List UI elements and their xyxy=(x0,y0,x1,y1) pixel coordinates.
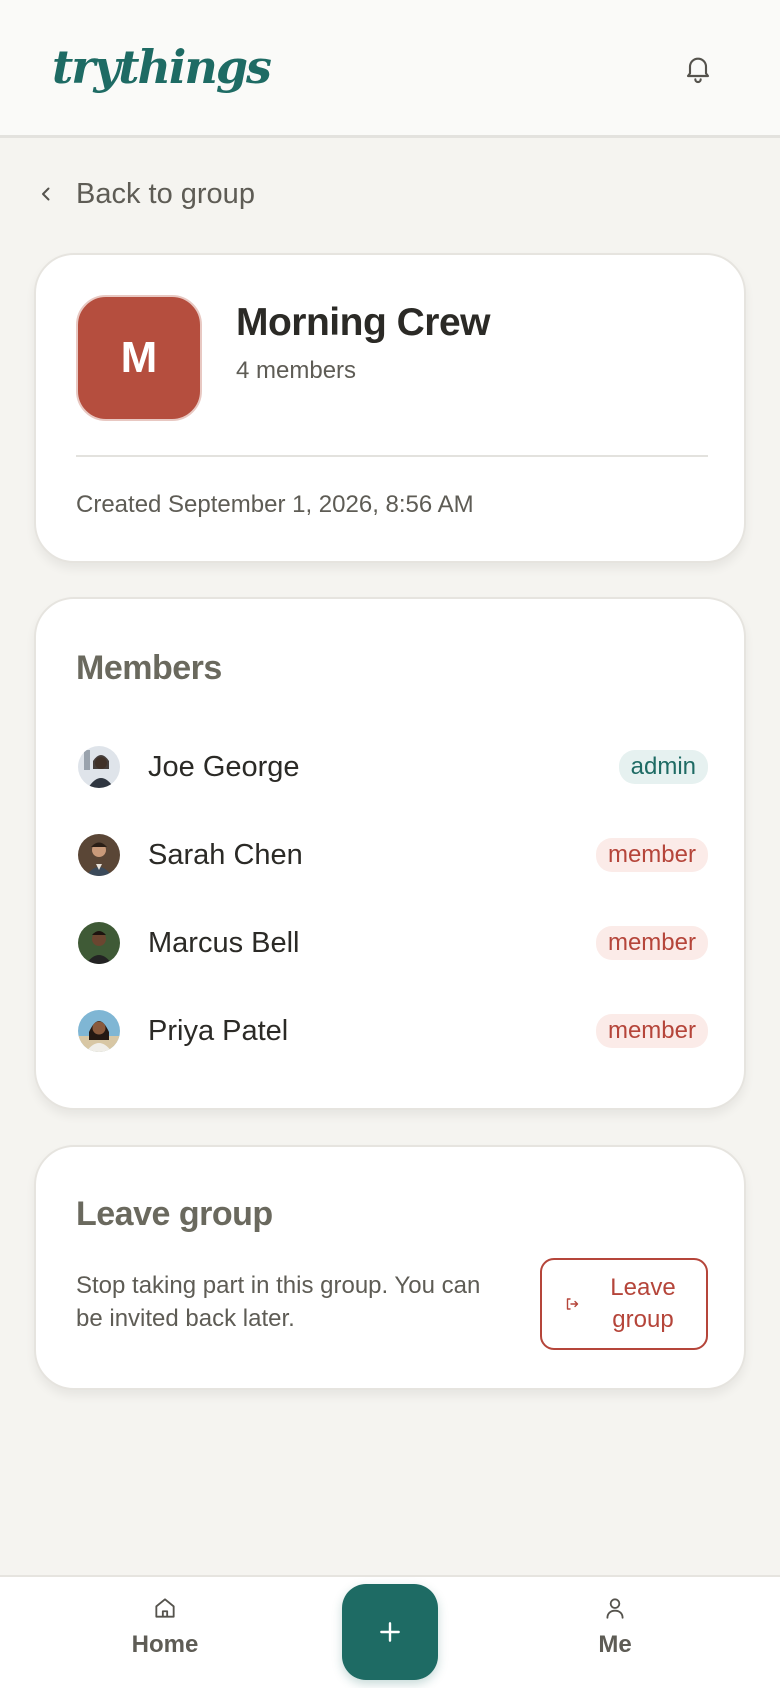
leave-group-button[interactable]: Leave group xyxy=(540,1258,708,1350)
avatar xyxy=(78,834,120,876)
member-row[interactable]: Sarah Chen member xyxy=(76,825,708,885)
notifications-bell-icon[interactable] xyxy=(682,52,714,84)
avatar xyxy=(78,1010,120,1052)
member-name: Priya Patel xyxy=(148,1014,289,1047)
leave-group-card: Leave group Stop taking part in this gro… xyxy=(34,1145,746,1390)
member-name: Sarah Chen xyxy=(148,838,303,871)
role-badge: member xyxy=(595,1014,708,1048)
leave-group-title: Leave group xyxy=(76,1195,273,1233)
members-card: Members Joe George admin Sarah Chen memb… xyxy=(34,597,746,1110)
nav-home-label: Home xyxy=(131,1631,199,1658)
app-header: trythings xyxy=(0,0,780,138)
role-badge: member xyxy=(595,926,708,960)
leave-group-description: Stop taking part in this group. You can … xyxy=(76,1272,481,1332)
divider xyxy=(76,455,708,457)
user-icon xyxy=(606,1598,624,1619)
group-avatar: M xyxy=(76,295,202,421)
nav-me-label: Me xyxy=(598,1631,632,1658)
nav-home[interactable]: Home xyxy=(105,1595,225,1675)
logout-icon xyxy=(566,1298,579,1310)
member-row[interactable]: Priya Patel member xyxy=(76,1001,708,1061)
avatar xyxy=(78,746,120,788)
home-icon xyxy=(155,1598,175,1618)
group-name: Morning Crew xyxy=(236,301,491,344)
app-logo[interactable]: trythings xyxy=(52,40,272,94)
role-badge: admin xyxy=(618,750,708,784)
group-member-count: 4 members xyxy=(236,357,357,384)
members-title: Members xyxy=(76,649,222,687)
group-info-card: M Morning Crew 4 members Created Septemb… xyxy=(34,253,746,563)
plus-icon xyxy=(380,1622,400,1642)
member-row[interactable]: Joe George admin xyxy=(76,737,708,797)
nav-me[interactable]: Me xyxy=(555,1595,675,1675)
back-to-group-link[interactable]: Back to group xyxy=(36,174,255,214)
member-name: Joe George xyxy=(148,750,300,783)
member-name: Marcus Bell xyxy=(148,926,300,959)
leave-group-button-label: Leave group xyxy=(610,1274,676,1333)
back-label: Back to group xyxy=(76,177,255,210)
avatar xyxy=(78,922,120,964)
chevron-left-icon xyxy=(42,187,50,201)
group-created-date: Created September 1, 2026, 8:56 AM xyxy=(76,491,474,518)
member-row[interactable]: Marcus Bell member xyxy=(76,913,708,973)
add-button[interactable] xyxy=(342,1584,438,1680)
role-badge: member xyxy=(595,838,708,872)
